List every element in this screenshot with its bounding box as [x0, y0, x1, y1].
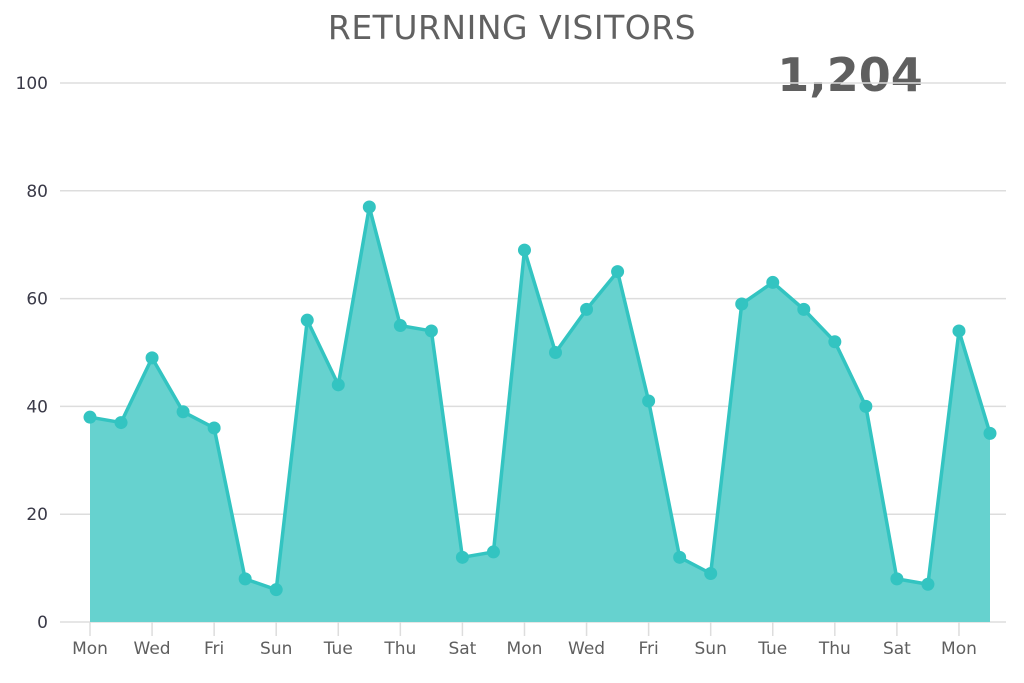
- data-point: [331, 378, 345, 392]
- y-tick-label: 40: [26, 397, 48, 417]
- data-point: [673, 550, 687, 564]
- data-point: [145, 351, 159, 365]
- data-point: [549, 346, 563, 359]
- data-point: [828, 335, 842, 349]
- x-tick-label: Wed: [568, 639, 605, 659]
- data-point: [859, 399, 873, 413]
- x-tick-label: Mon: [507, 639, 543, 659]
- area-fill: [90, 206, 990, 622]
- x-axis: Mon Wed Fri Sun Tue Thu Sat Mon Wed Fri Sun Tue Thu S…: [72, 622, 977, 659]
- y-axis: 0 20 40 60 80 100: [16, 74, 48, 633]
- data-point: [424, 324, 438, 338]
- data-point: [176, 405, 190, 419]
- data-point: [766, 275, 780, 289]
- y-tick-label: 60: [26, 290, 48, 310]
- y-tick-label: 80: [26, 182, 48, 202]
- data-point: [983, 426, 997, 440]
- x-tick-label: Sun: [695, 639, 727, 659]
- data-point: [393, 319, 407, 333]
- data-point: [486, 545, 500, 559]
- x-tick-label: Wed: [134, 639, 171, 659]
- data-point: [611, 265, 625, 279]
- data-point: [269, 583, 283, 597]
- area-chart: 0 20 40 60 80 100 Mon Wed Fri Sun Tue Thu Sat Mon Wed…: [16, 74, 1006, 659]
- x-tick-label: Thu: [818, 639, 851, 659]
- data-point: [114, 416, 128, 430]
- data-point: [890, 572, 904, 586]
- x-tick-label: Mon: [941, 639, 977, 659]
- x-tick-label: Sat: [448, 639, 476, 659]
- data-point: [921, 577, 935, 591]
- data-point: [300, 313, 314, 327]
- data-point: [517, 243, 531, 257]
- data-point: [362, 200, 376, 214]
- data-point: [642, 394, 656, 408]
- data-point: [238, 572, 252, 586]
- x-tick-label: Sat: [883, 639, 911, 659]
- data-point: [83, 410, 97, 424]
- data-point: [952, 324, 966, 338]
- y-tick-label: 0: [37, 613, 48, 633]
- area-layer: [89, 205, 992, 622]
- x-tick-label: Fri: [638, 639, 658, 659]
- x-tick-label: Sun: [260, 639, 292, 659]
- data-point: [455, 550, 469, 564]
- x-tick-label: Thu: [383, 639, 416, 659]
- x-tick-label: Tue: [323, 639, 353, 659]
- data-point: [704, 566, 718, 580]
- y-tick-label: 20: [26, 505, 48, 525]
- y-tick-label: 100: [16, 74, 48, 94]
- data-point: [207, 421, 221, 435]
- data-point: [580, 302, 594, 316]
- x-tick-label: Tue: [757, 639, 787, 659]
- x-tick-label: Mon: [72, 639, 108, 659]
- x-tick-label: Fri: [204, 639, 224, 659]
- data-point: [735, 297, 749, 311]
- data-point: [797, 302, 811, 316]
